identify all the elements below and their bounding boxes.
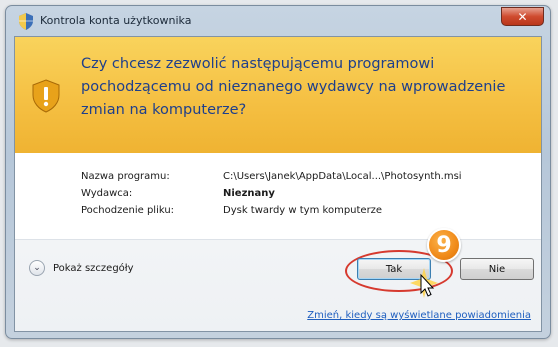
- detail-value: C:\Users\Janek\AppData\Local...\Photosyn…: [223, 171, 462, 182]
- detail-label: Nazwa programu:: [81, 171, 170, 182]
- uac-dialog-window: Kontrola konta użytkownika ✕ Czy chcesz …: [5, 5, 551, 339]
- notification-settings-link[interactable]: Zmień, kiedy są wyświetlane powiadomieni…: [307, 310, 531, 321]
- program-details: Nazwa programu: C:\Users\Janek\AppData\L…: [15, 153, 541, 239]
- screenshot: Kontrola konta użytkownika ✕ Czy chcesz …: [0, 0, 558, 347]
- dialog-body: Czy chcesz zezwolić następującemu progra…: [14, 36, 542, 332]
- step-number-badge: 9: [427, 228, 461, 262]
- close-icon: ✕: [517, 9, 528, 24]
- no-button[interactable]: Nie: [460, 258, 534, 280]
- close-button[interactable]: ✕: [501, 7, 544, 26]
- show-details-label: Pokaż szczegóły: [53, 262, 134, 274]
- window-title: Kontrola konta użytkownika: [40, 14, 192, 27]
- warning-banner: Czy chcesz zezwolić następującemu progra…: [15, 37, 541, 153]
- warning-shield-icon: [32, 79, 60, 113]
- warning-message: Czy chcesz zezwolić następującemu progra…: [81, 56, 506, 118]
- chevron-down-icon: ⌄: [29, 260, 45, 276]
- detail-value: Dysk twardy w tym komputerze: [223, 205, 383, 216]
- uac-shield-icon: [19, 13, 33, 30]
- dialog-footer: ⌄ Pokaż szczegóły Tak Nie 9 Zmień, kiedy…: [15, 228, 541, 331]
- title-bar[interactable]: Kontrola konta użytkownika ✕: [6, 6, 550, 36]
- detail-label: Wydawca:: [81, 188, 133, 199]
- detail-label: Pochodzenie pliku:: [81, 205, 175, 216]
- mouse-cursor-icon: [410, 268, 438, 298]
- show-details-toggle[interactable]: ⌄ Pokaż szczegóły: [29, 260, 134, 276]
- detail-value: Nieznany: [223, 188, 275, 199]
